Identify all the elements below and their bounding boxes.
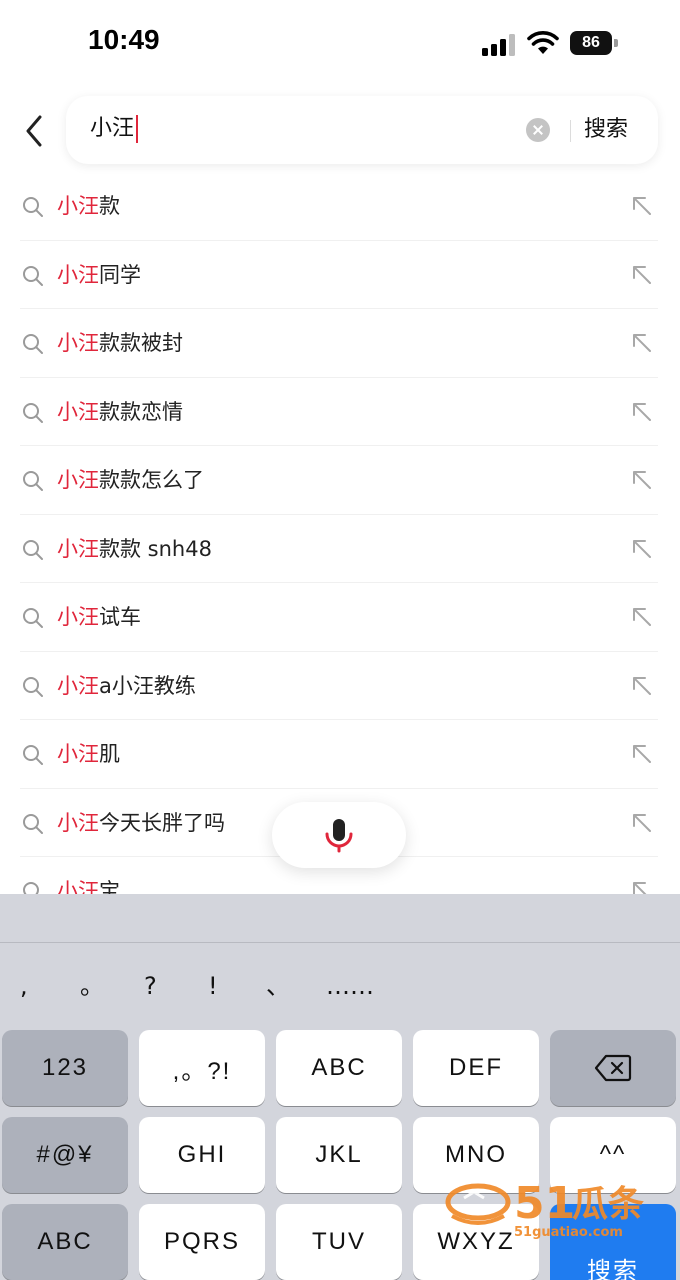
key-delete[interactable]	[550, 1030, 676, 1106]
search-icon	[23, 882, 39, 894]
arrow-up-left-icon[interactable]	[630, 742, 654, 766]
search-icon	[23, 676, 43, 697]
arrow-up-left-icon[interactable]	[630, 879, 654, 894]
suggestion-label: 小汪肌	[57, 742, 120, 766]
suggestion-item[interactable]: 小汪款款被封	[20, 309, 658, 378]
arrow-up-left-icon[interactable]	[630, 194, 654, 218]
arrow-up-left-icon[interactable]	[630, 468, 654, 492]
battery-icon: 86	[570, 31, 618, 55]
arrow-up-left-icon[interactable]	[630, 263, 654, 287]
suggestion-item[interactable]: 小汪款款怎么了	[20, 446, 658, 515]
clear-icon[interactable]	[526, 118, 550, 142]
key-abc[interactable]: ABC	[276, 1030, 402, 1106]
arrow-up-left-icon[interactable]	[630, 400, 654, 424]
punctuation-row: , 。 ? ! 、 ……	[0, 966, 680, 1006]
voice-search-button[interactable]	[272, 802, 406, 868]
svg-text:瓜条: 瓜条	[572, 1184, 644, 1225]
search-button[interactable]: 搜索	[584, 114, 628, 146]
punct-key[interactable]: 。	[80, 966, 104, 1006]
suggestion-label: 小汪款	[57, 194, 120, 218]
search-icon	[23, 813, 43, 834]
suggestion-label: 小汪a小汪教练	[57, 673, 196, 698]
search-divider	[570, 120, 571, 142]
key-symbols[interactable]: #@¥	[2, 1117, 128, 1193]
suggestion-label: 小汪款款怎么了	[57, 468, 204, 492]
search-icon	[23, 539, 43, 560]
svg-text:51: 51	[514, 1178, 575, 1229]
suggestion-item[interactable]: 小汪款款 snh48	[20, 515, 658, 583]
brand-watermark-logo: 51 瓜条 51guatiao.com	[445, 1178, 644, 1240]
microphone-icon	[325, 819, 353, 853]
search-box[interactable]: 小汪 搜索	[66, 96, 658, 164]
suggestion-item[interactable]: 小汪a小汪教练	[20, 652, 658, 720]
back-button[interactable]	[14, 108, 54, 154]
key-numbers[interactable]: 123	[2, 1030, 128, 1106]
punct-key[interactable]: ,	[20, 966, 28, 1006]
suggestion-label: 小汪款款 snh48	[57, 536, 212, 561]
suggestion-item[interactable]: 小汪试车	[20, 583, 658, 652]
search-icon	[23, 265, 43, 286]
svg-text:51guatiao.com: 51guatiao.com	[514, 1225, 623, 1240]
status-bar: 10:49 86	[0, 0, 680, 88]
arrow-up-left-icon[interactable]	[630, 605, 654, 629]
wifi-icon	[527, 31, 559, 54]
suggestion-label: 小汪款款被封	[57, 331, 183, 355]
key-tuv[interactable]: TUV	[276, 1204, 402, 1280]
punct-key[interactable]: ?	[144, 966, 157, 1006]
suggestion-item[interactable]: 小汪款	[20, 172, 658, 241]
suggestion-item[interactable]: 小汪款款恋情	[20, 378, 658, 446]
backspace-icon	[594, 1054, 632, 1082]
suggestion-label: 小汪宝	[57, 879, 120, 894]
battery-level: 86	[570, 31, 612, 55]
key-pqrs[interactable]: PQRS	[139, 1204, 265, 1280]
key-punctuation[interactable]: ,。?!	[139, 1030, 265, 1106]
search-input[interactable]: 小汪	[90, 114, 139, 144]
text-caret	[136, 115, 139, 143]
suggestion-label: 小汪今天长胖了吗	[57, 810, 225, 835]
search-query: 小汪	[90, 116, 135, 141]
search-icon	[23, 471, 43, 491]
chevron-left-icon	[26, 115, 42, 147]
search-icon	[23, 402, 43, 423]
punct-key[interactable]: 、	[266, 966, 290, 1006]
key-abc-mode[interactable]: ABC	[2, 1204, 128, 1280]
suggestion-list: 小汪款 小汪同学 小汪款款被封 小汪款款恋情 小汪款款怎么了 小汪款款 snh4…	[0, 172, 680, 894]
keyboard-divider	[0, 942, 680, 943]
search-icon	[23, 608, 43, 628]
punct-key[interactable]: !	[208, 966, 218, 1006]
arrow-up-left-icon[interactable]	[630, 811, 654, 835]
key-jkl[interactable]: JKL	[276, 1117, 402, 1193]
punct-key[interactable]: ……	[326, 966, 374, 1006]
suggestion-label: 小汪试车	[57, 605, 141, 629]
suggestion-item[interactable]: 小汪同学	[20, 241, 658, 309]
search-icon	[23, 334, 43, 354]
key-ghi[interactable]: GHI	[139, 1117, 265, 1193]
suggestion-label: 小汪款款恋情	[57, 399, 183, 424]
arrow-up-left-icon[interactable]	[630, 674, 654, 698]
cellular-signal-icon	[482, 34, 515, 56]
arrow-up-left-icon[interactable]	[630, 537, 654, 561]
status-time: 10:49	[88, 24, 160, 55]
search-icon	[23, 745, 43, 765]
search-icon	[23, 197, 43, 217]
key-def[interactable]: DEF	[413, 1030, 539, 1106]
suggestion-label: 小汪同学	[57, 262, 141, 287]
arrow-up-left-icon[interactable]	[630, 331, 654, 355]
suggestion-item[interactable]: 小汪肌	[20, 720, 658, 789]
